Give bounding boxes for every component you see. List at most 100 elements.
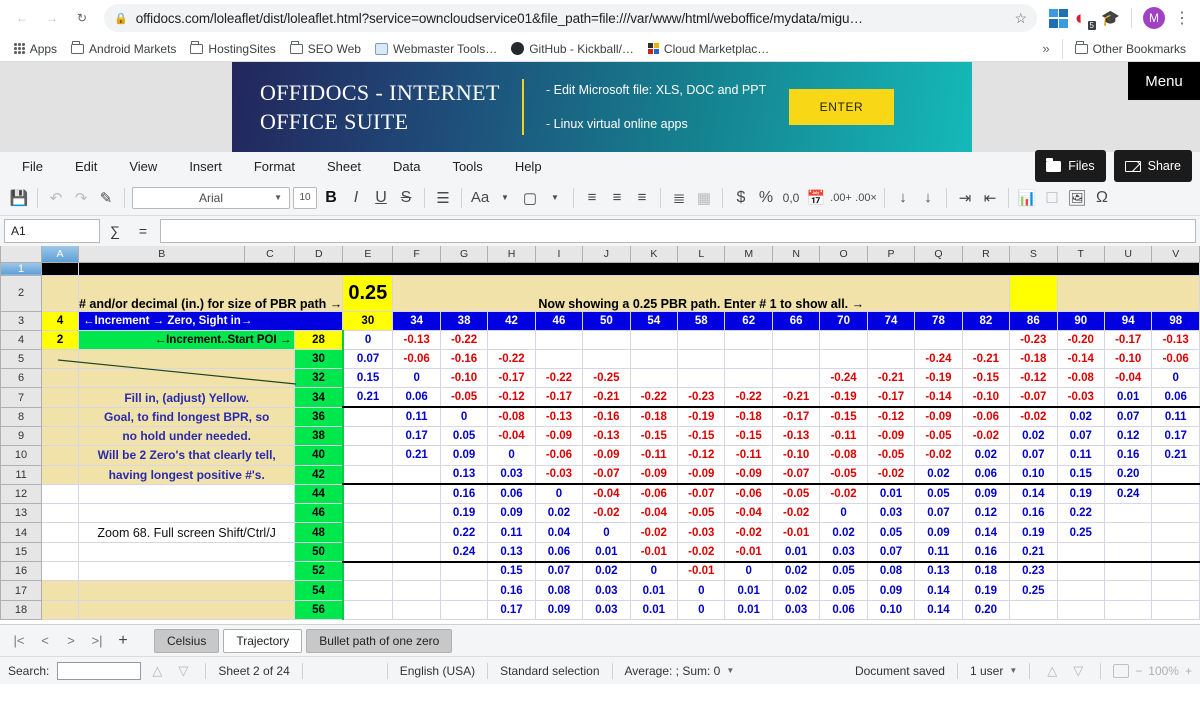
add-decimal-icon[interactable]: .00+: [830, 186, 852, 210]
cell-note-13[interactable]: [79, 504, 295, 523]
data-cell-r56-c90[interactable]: [1057, 600, 1104, 619]
data-cell-r42-c70[interactable]: -0.05: [820, 465, 867, 484]
column-header-m[interactable]: M: [725, 246, 772, 262]
chevron-down-icon[interactable]: ▼: [726, 666, 734, 675]
avatar[interactable]: M: [1143, 7, 1165, 29]
data-cell-r50-c90[interactable]: [1057, 542, 1104, 561]
data-cell-r32-c90[interactable]: -0.08: [1057, 369, 1104, 388]
data-cell-r34-c58[interactable]: -0.23: [678, 388, 725, 407]
poi-38[interactable]: 38: [295, 426, 343, 445]
save-icon[interactable]: 💾: [8, 186, 30, 210]
data-cell-r54-c82[interactable]: 0.19: [962, 581, 1009, 600]
data-cell-r40-c62[interactable]: -0.11: [725, 446, 772, 465]
background-color-icon[interactable]: ▢: [519, 186, 541, 210]
data-cell-r52-c42[interactable]: 0.15: [488, 562, 535, 581]
data-cell-r34-c86[interactable]: -0.07: [1010, 388, 1057, 407]
data-cell-r36-c50[interactable]: -0.16: [583, 407, 630, 426]
data-cell-r52-c34[interactable]: [393, 562, 440, 581]
col-header-42[interactable]: 42: [488, 311, 535, 330]
data-cell-r38-c78[interactable]: -0.05: [915, 426, 962, 445]
data-cell-r40-c74[interactable]: -0.05: [867, 446, 914, 465]
data-cell-r46-c90[interactable]: 0.22: [1057, 504, 1104, 523]
data-cell-r38-c58[interactable]: -0.15: [678, 426, 725, 445]
cell-note-9[interactable]: no hold under needed.: [79, 426, 295, 445]
menu-format[interactable]: Format: [238, 155, 311, 178]
data-cell-r56-c74[interactable]: 0.10: [867, 600, 914, 619]
data-cell-r46-c42[interactable]: 0.09: [488, 504, 535, 523]
poi-54[interactable]: 54: [295, 581, 343, 600]
forward-arrow-icon[interactable]: →: [38, 4, 66, 32]
data-cell-r40-c78[interactable]: -0.02: [915, 446, 962, 465]
menu-view[interactable]: View: [113, 155, 173, 178]
data-cell-r40-c98[interactable]: 0.21: [1152, 446, 1200, 465]
column-header-q[interactable]: Q: [915, 246, 962, 262]
data-cell-r54-c46[interactable]: 0.08: [535, 581, 582, 600]
col-header-58[interactable]: 58: [678, 311, 725, 330]
col-header-78[interactable]: 78: [915, 311, 962, 330]
data-cell-r36-c42[interactable]: -0.08: [488, 407, 535, 426]
data-cell-r36-c58[interactable]: -0.19: [678, 407, 725, 426]
data-cell-r54-c54[interactable]: 0.01: [630, 581, 677, 600]
data-cell-r46-c74[interactable]: 0.03: [867, 504, 914, 523]
data-cell-r50-c94[interactable]: [1104, 542, 1151, 561]
menu-tools[interactable]: Tools: [436, 155, 498, 178]
column-header-t[interactable]: T: [1057, 246, 1104, 262]
data-cell-r54-c58[interactable]: 0: [678, 581, 725, 600]
data-cell-r40-c54[interactable]: -0.11: [630, 446, 677, 465]
data-cell-r48-c78[interactable]: 0.09: [915, 523, 962, 542]
data-cell-r30-c90[interactable]: -0.14: [1057, 349, 1104, 368]
data-cell-r44-c70[interactable]: -0.02: [820, 484, 867, 503]
data-cell-r52-c98[interactable]: [1152, 562, 1200, 581]
search-input[interactable]: [57, 662, 141, 680]
data-cell-r48-c94[interactable]: [1104, 523, 1151, 542]
data-cell-r36-c30[interactable]: [343, 407, 393, 426]
data-cell-r56-c62[interactable]: 0.01: [725, 600, 772, 619]
data-cell-r28-c70[interactable]: [820, 330, 867, 349]
menu-help[interactable]: Help: [499, 155, 558, 178]
fit-page-icon[interactable]: [1113, 664, 1129, 678]
data-cell-r30-c86[interactable]: -0.18: [1010, 349, 1057, 368]
data-cell-r38-c42[interactable]: -0.04: [488, 426, 535, 445]
data-cell-r48-c30[interactable]: [343, 523, 393, 542]
data-cell-r56-c42[interactable]: 0.17: [488, 600, 535, 619]
special-character-icon[interactable]: Ω: [1091, 186, 1113, 210]
cell-t2-v2[interactable]: [1057, 275, 1199, 311]
cell-note-7[interactable]: Fill in, (adjust) Yellow.: [79, 388, 295, 407]
cell-a18[interactable]: [42, 600, 79, 619]
currency-icon[interactable]: $: [730, 186, 752, 210]
data-cell-r50-c62[interactable]: -0.01: [725, 542, 772, 561]
data-cell-r40-c30[interactable]: [343, 446, 393, 465]
data-cell-r34-c54[interactable]: -0.22: [630, 388, 677, 407]
column-header-n[interactable]: N: [772, 246, 819, 262]
cell-a12[interactable]: [42, 484, 79, 503]
data-cell-r36-c90[interactable]: 0.02: [1057, 407, 1104, 426]
col-header-94[interactable]: 94: [1104, 311, 1151, 330]
data-cell-r28-c74[interactable]: [867, 330, 914, 349]
data-cell-r48-c58[interactable]: -0.03: [678, 523, 725, 542]
data-cell-r50-c58[interactable]: -0.02: [678, 542, 725, 561]
data-cell-r48-c74[interactable]: 0.05: [867, 523, 914, 542]
sheet-tab-celsius[interactable]: Celsius: [154, 629, 219, 653]
data-cell-r44-c58[interactable]: -0.07: [678, 484, 725, 503]
data-cell-r54-c70[interactable]: 0.05: [820, 581, 867, 600]
column-header-d[interactable]: D: [295, 246, 343, 262]
data-cell-r28-c42[interactable]: [488, 330, 535, 349]
data-cell-r44-c86[interactable]: 0.14: [1010, 484, 1057, 503]
cell-note-18[interactable]: [79, 600, 295, 619]
data-cell-r54-c98[interactable]: [1152, 581, 1200, 600]
increment-a4[interactable]: 2: [42, 330, 79, 349]
chrome-menu-icon[interactable]: ⋮: [1172, 8, 1192, 28]
column-header-h[interactable]: H: [488, 246, 535, 262]
underline-icon[interactable]: U: [370, 186, 392, 210]
column-header-l[interactable]: L: [678, 246, 725, 262]
search-prev-icon[interactable]: △: [147, 663, 167, 679]
name-box[interactable]: A1: [4, 219, 100, 243]
formula-input[interactable]: [160, 219, 1196, 243]
data-cell-r42-c78[interactable]: 0.02: [915, 465, 962, 484]
data-cell-r32-c94[interactable]: -0.04: [1104, 369, 1151, 388]
poi-36[interactable]: 36: [295, 407, 343, 426]
column-header-g[interactable]: G: [440, 246, 487, 262]
column-header-r[interactable]: R: [962, 246, 1009, 262]
col-header-62[interactable]: 62: [725, 311, 772, 330]
bookmarks-overflow-icon[interactable]: »: [1036, 41, 1055, 56]
